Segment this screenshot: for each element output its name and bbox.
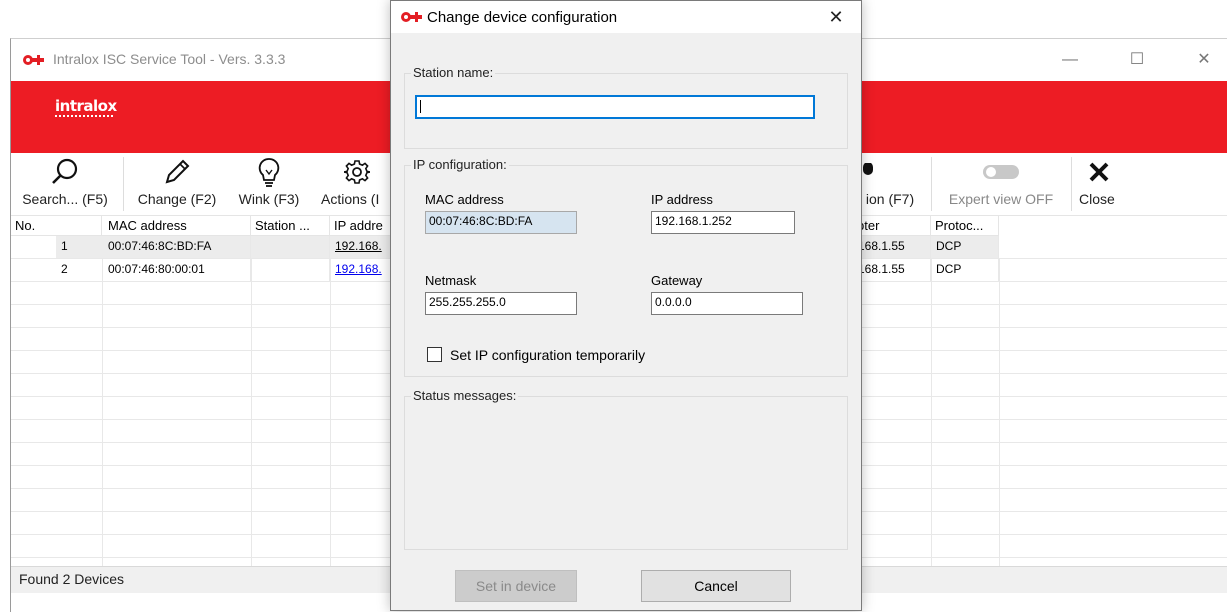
cell-protocol: DCP: [931, 259, 999, 281]
dialog-title: Change device configuration: [427, 9, 618, 26]
cell-protocol: DCP: [931, 236, 999, 258]
gear-icon: [313, 155, 401, 189]
cancel-button[interactable]: Cancel: [641, 570, 791, 602]
search-button-label: Search... (F5): [22, 191, 108, 207]
close-tool-button[interactable]: Close: [1073, 153, 1125, 215]
ip-address-input[interactable]: 192.168.1.252: [651, 211, 795, 234]
dialog-close-button[interactable]: ✕: [819, 3, 853, 31]
ip-address-label: IP address: [651, 192, 713, 207]
close-x-icon: [1073, 155, 1125, 189]
mac-address-label: MAC address: [425, 192, 504, 207]
change-button[interactable]: Change (F2): [127, 153, 227, 215]
status-messages-group: Status messages:: [404, 388, 848, 550]
cell-station: [251, 236, 330, 258]
column-header-adapter[interactable]: pter: [851, 216, 931, 236]
text-caret: [420, 100, 421, 113]
dialog-key-icon: [401, 11, 423, 23]
column-header-station[interactable]: Station ...: [251, 216, 330, 236]
column-header-mac[interactable]: MAC address: [102, 216, 251, 236]
cell-no: 1: [56, 236, 102, 258]
window-close-button[interactable]: ✕: [1181, 39, 1227, 81]
toolbar-separator: [1071, 157, 1072, 211]
gateway-label: Gateway: [651, 273, 703, 288]
mac-address-field: 00:07:46:8C:BD:FA: [425, 211, 577, 234]
status-messages-label: Status messages:: [411, 388, 519, 403]
ip-config-label: IP configuration:: [411, 157, 509, 172]
station-name-input[interactable]: [415, 95, 815, 119]
maximize-button[interactable]: ☐: [1114, 39, 1160, 81]
ip-config-group: IP configuration: MAC address 00:07:46:8…: [404, 157, 848, 377]
cell-mac: 00:07:46:8C:BD:FA: [102, 236, 251, 258]
main-window-title: Intralox ISC Service Tool - Vers. 3.3.3: [53, 51, 286, 67]
netmask-input[interactable]: 255.255.255.0: [425, 292, 577, 315]
toggle-icon: [935, 155, 1067, 189]
set-in-device-button[interactable]: Set in device: [455, 570, 577, 602]
pencil-icon: [127, 155, 227, 189]
app-key-icon: [23, 54, 45, 66]
toolbar-separator: [931, 157, 932, 211]
actions-button[interactable]: Actions (I: [313, 153, 401, 215]
logo-chain-mark: [55, 115, 113, 120]
minimize-button[interactable]: —: [1047, 39, 1093, 81]
wink-button-label: Wink (F3): [238, 191, 300, 207]
dialog-title-bar: Change device configuration ✕: [391, 1, 861, 33]
change-config-dialog: Change device configuration ✕ Station na…: [390, 0, 862, 611]
intralox-logo: intralox: [55, 97, 117, 115]
netmask-label: Netmask: [425, 273, 477, 288]
temporary-config-label[interactable]: Set IP configuration temporarily: [450, 347, 645, 363]
search-button[interactable]: Search... (F5): [11, 153, 119, 215]
expert-view-label: Expert view OFF: [948, 191, 1054, 207]
column-header-no[interactable]: No.: [11, 216, 102, 236]
close-tool-label: Close: [1079, 191, 1115, 207]
cell-adapter: 168.1.55: [851, 259, 931, 281]
cell-adapter: 168.1.55: [851, 236, 931, 258]
status-text: Found 2 Devices: [19, 571, 125, 587]
cell-station: [251, 259, 330, 281]
wink-button[interactable]: Wink (F3): [229, 153, 309, 215]
lightbulb-icon: [229, 155, 309, 189]
column-header-protocol[interactable]: Protoc...: [931, 216, 999, 236]
toolbar-separator: [123, 157, 124, 211]
temporary-config-checkbox[interactable]: [427, 347, 442, 362]
change-button-label: Change (F2): [137, 191, 217, 207]
station-name-group: Station name:: [404, 65, 848, 149]
station-name-label: Station name:: [411, 65, 496, 80]
search-icon: [11, 155, 119, 189]
cell-mac: 00:07:46:80:00:01: [102, 259, 251, 281]
cell-no: 2: [61, 262, 68, 276]
expert-view-toggle[interactable]: Expert view OFF: [935, 153, 1067, 215]
gateway-input[interactable]: 0.0.0.0: [651, 292, 803, 315]
